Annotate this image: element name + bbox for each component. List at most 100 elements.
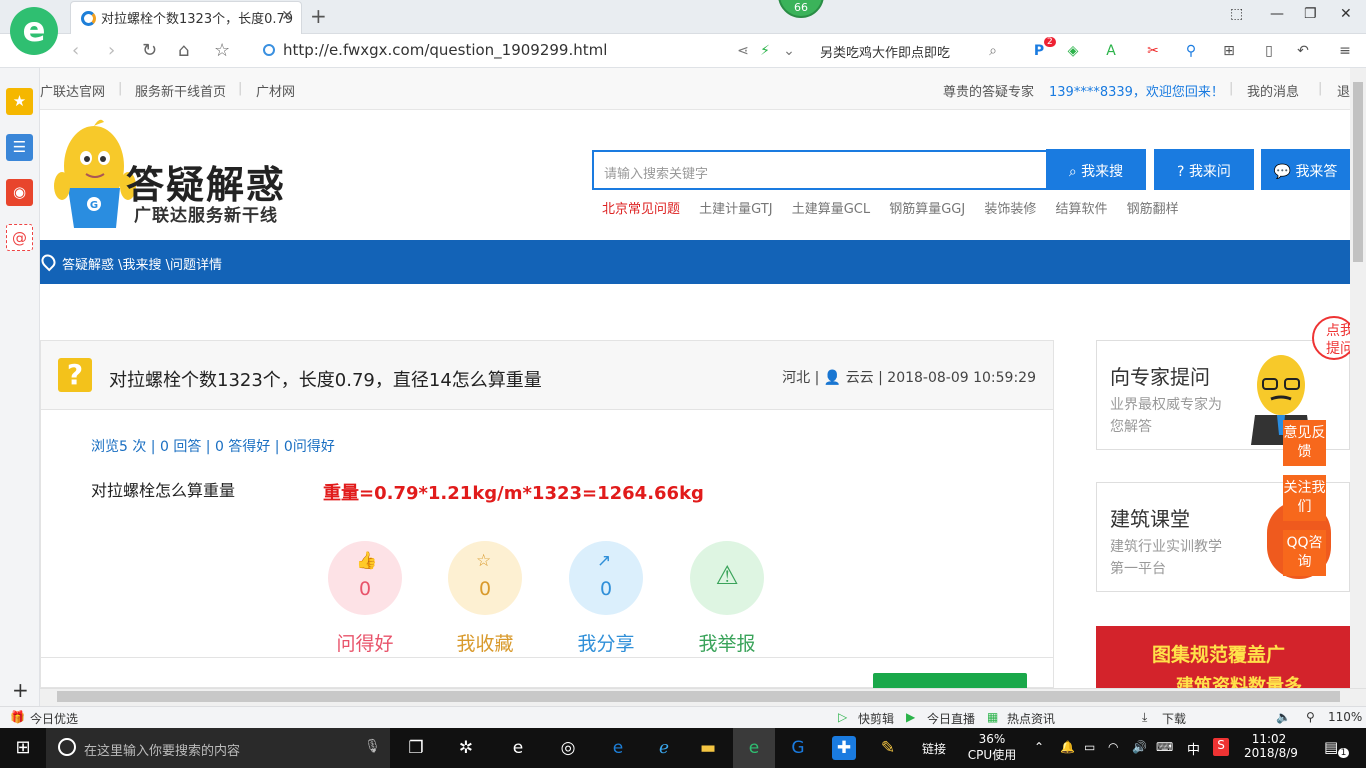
user-welcome-link[interactable]: 139****8339，欢迎您回来！ (1049, 81, 1224, 100)
keyboard-icon[interactable]: ⌨ (1156, 740, 1173, 754)
reading-list-icon[interactable]: ☰ (6, 134, 33, 161)
close-tab-icon[interactable]: ✕ (281, 8, 293, 24)
chrome-app-icon[interactable]: ◎ (556, 736, 580, 760)
clock[interactable]: 11:02 2018/8/9 (1244, 732, 1298, 760)
microphone-icon[interactable]: 🎙 (364, 739, 381, 754)
bookmark-star-button[interactable]: ☆ (214, 40, 230, 61)
refresh-button[interactable]: ↻ (142, 40, 157, 61)
notification-bell-icon[interactable]: 🔔 (1060, 740, 1075, 754)
translate-icon[interactable]: A (1102, 42, 1120, 60)
top-link-service-home[interactable]: 服务新干线首页 (135, 81, 226, 100)
daily-picks-link[interactable]: 今日优选 (30, 710, 78, 727)
battery-icon[interactable]: ▭ (1084, 740, 1095, 754)
browser-tab[interactable]: 对拉螺栓个数1323个，长度0.79 ✕ (70, 1, 302, 34)
scissors-icon[interactable]: ✂ (1144, 42, 1162, 60)
answer-submit-button[interactable] (873, 673, 1027, 688)
my-messages-link[interactable]: 我的消息 (1247, 81, 1299, 100)
report-button[interactable]: ⚠ 我举报 (689, 541, 765, 656)
tray-expand-icon[interactable]: ⌃ (1034, 740, 1044, 754)
favorites-star-icon[interactable]: ★ (6, 88, 33, 115)
links-toolbar[interactable]: 链接 (922, 740, 946, 757)
hot-link[interactable]: 装饰装修 (984, 202, 1036, 217)
share-icon[interactable]: ⋖ (734, 42, 752, 60)
close-window-button[interactable]: ✕ (1340, 6, 1352, 22)
answer-button[interactable]: 💬 我来答 (1261, 149, 1350, 190)
question-author[interactable]: 云云 (846, 370, 874, 386)
menu-icon[interactable]: ≡ (1336, 42, 1354, 60)
restore-button[interactable]: ❐ (1304, 6, 1317, 22)
hot-link[interactable]: 土建计量GTJ (699, 202, 772, 217)
breadcrumb-bar: 答疑解惑 \我来搜 \问题详情 (40, 240, 1350, 284)
browser-logo-icon[interactable]: e (10, 7, 58, 55)
windows-start-icon[interactable]: ⊞ (11, 736, 35, 760)
glodon-icon[interactable]: G (786, 736, 810, 760)
shield-icon[interactable]: ◈ (1064, 42, 1082, 60)
undo-icon[interactable]: ↶ (1294, 42, 1312, 60)
minimize-button[interactable]: — (1270, 6, 1284, 22)
file-explorer-icon[interactable]: ▬ (696, 736, 720, 760)
sogou-ime-icon[interactable]: S (1213, 738, 1229, 756)
ime-indicator[interactable]: 中 (1187, 739, 1200, 758)
search-button[interactable]: ⌕ 我来搜 (1046, 149, 1146, 190)
hot-link[interactable]: 土建算量GCL (792, 202, 870, 217)
home-button[interactable]: ⌂ (178, 40, 189, 61)
status-item-download[interactable]: 下载 (1162, 710, 1186, 727)
top-link-glodon[interactable]: 广联达官网 (40, 81, 105, 100)
quick-ask-bubble[interactable]: 点我提问 (1312, 316, 1350, 360)
hot-link[interactable]: 北京常见问题 (602, 202, 680, 217)
share-button[interactable]: ↗ 0 我分享 (568, 541, 644, 656)
status-item-news[interactable]: 热点资讯 (1007, 710, 1055, 727)
task-view-icon[interactable]: ❐ (404, 736, 428, 760)
search-input[interactable]: 请输入搜索关键字 (592, 150, 1046, 190)
phone-icon[interactable]: ▯ (1260, 42, 1278, 60)
fan-app-icon[interactable]: ✲ (454, 736, 478, 760)
add-panel-button[interactable]: + (12, 678, 29, 702)
chevron-down-icon[interactable]: ⌄ (780, 42, 798, 60)
new-tab-button[interactable]: + (310, 4, 327, 28)
qq-consult-button[interactable]: QQ咨询 (1283, 530, 1326, 576)
lightning-icon[interactable]: ⚡ (756, 42, 774, 60)
wifi-icon[interactable]: ◠ (1108, 740, 1118, 754)
status-item-clip[interactable]: 快剪辑 (858, 710, 894, 727)
address-bar[interactable]: http://e.fwxgx.com/question_1909299.html (263, 41, 607, 59)
forward-button[interactable]: › (108, 40, 115, 61)
top-link-materials[interactable]: 广材网 (256, 81, 295, 100)
status-item-live[interactable]: 今日直播 (927, 710, 975, 727)
web-page: 广联达官网 | 服务新干线首页 | 广材网 尊贵的答疑专家 139****833… (40, 68, 1350, 688)
like-question-button[interactable]: 👍 0 问得好 (327, 541, 403, 656)
back-button[interactable]: ‹ (72, 40, 79, 61)
follow-us-button[interactable]: 关注我们 (1283, 475, 1326, 521)
favorite-button[interactable]: ☆ 0 我收藏 (447, 541, 523, 656)
horizontal-scroll-thumb[interactable] (57, 691, 1340, 702)
notes-app-icon[interactable]: ✎ (876, 736, 900, 760)
volume-icon[interactable]: 🔈 (1276, 710, 1291, 724)
notification-badge[interactable]: 66 (778, 0, 824, 18)
breadcrumb[interactable]: 答疑解惑 \我来搜 \问题详情 (62, 258, 222, 273)
hot-link[interactable]: 钢筋算量GGJ (889, 202, 965, 217)
taskbar-search-input[interactable]: 在这里输入你要搜索的内容 🎙 (46, 728, 390, 768)
action-center-icon[interactable]: ▤ (1324, 738, 1338, 756)
hot-link[interactable]: 结算软件 (1056, 202, 1108, 217)
apps-icon[interactable]: ⊞ (1220, 42, 1238, 60)
logout-link[interactable]: 退 (1337, 81, 1350, 100)
plus-app-icon[interactable]: ✚ (832, 736, 856, 760)
weibo-icon[interactable]: ◉ (6, 179, 33, 206)
zoom-level[interactable]: 110% (1328, 710, 1362, 724)
vertical-scroll-thumb[interactable] (1353, 82, 1363, 262)
magnifier-icon[interactable]: ⚲ (1182, 42, 1200, 60)
cpu-meter[interactable]: 36% CPU使用 (966, 732, 1018, 763)
email-icon[interactable]: @ (6, 224, 33, 251)
search-icon[interactable]: ⌕ (984, 42, 1002, 60)
ie-browser-icon[interactable]: e (506, 736, 530, 760)
feedback-button[interactable]: 意见反馈 (1283, 420, 1326, 466)
shirt-icon[interactable]: ⬚ (1230, 6, 1243, 22)
browser-taskbar-icon[interactable]: e (733, 728, 775, 768)
edge-icon[interactable]: e (606, 736, 630, 760)
promo-banner[interactable]: 图集规范覆盖广 建筑资料数量多 (1096, 626, 1350, 688)
zoom-icon[interactable]: ⚲ (1306, 710, 1315, 724)
hot-link[interactable]: 钢筋翻样 (1127, 202, 1179, 217)
promo-link[interactable]: 另类吃鸡大作即点即吃 (820, 42, 950, 61)
ask-button[interactable]: ? 我来问 (1154, 149, 1254, 190)
volume-tray-icon[interactable]: 🔊 (1132, 740, 1147, 754)
internet-explorer-icon[interactable]: ℯ (652, 736, 676, 760)
